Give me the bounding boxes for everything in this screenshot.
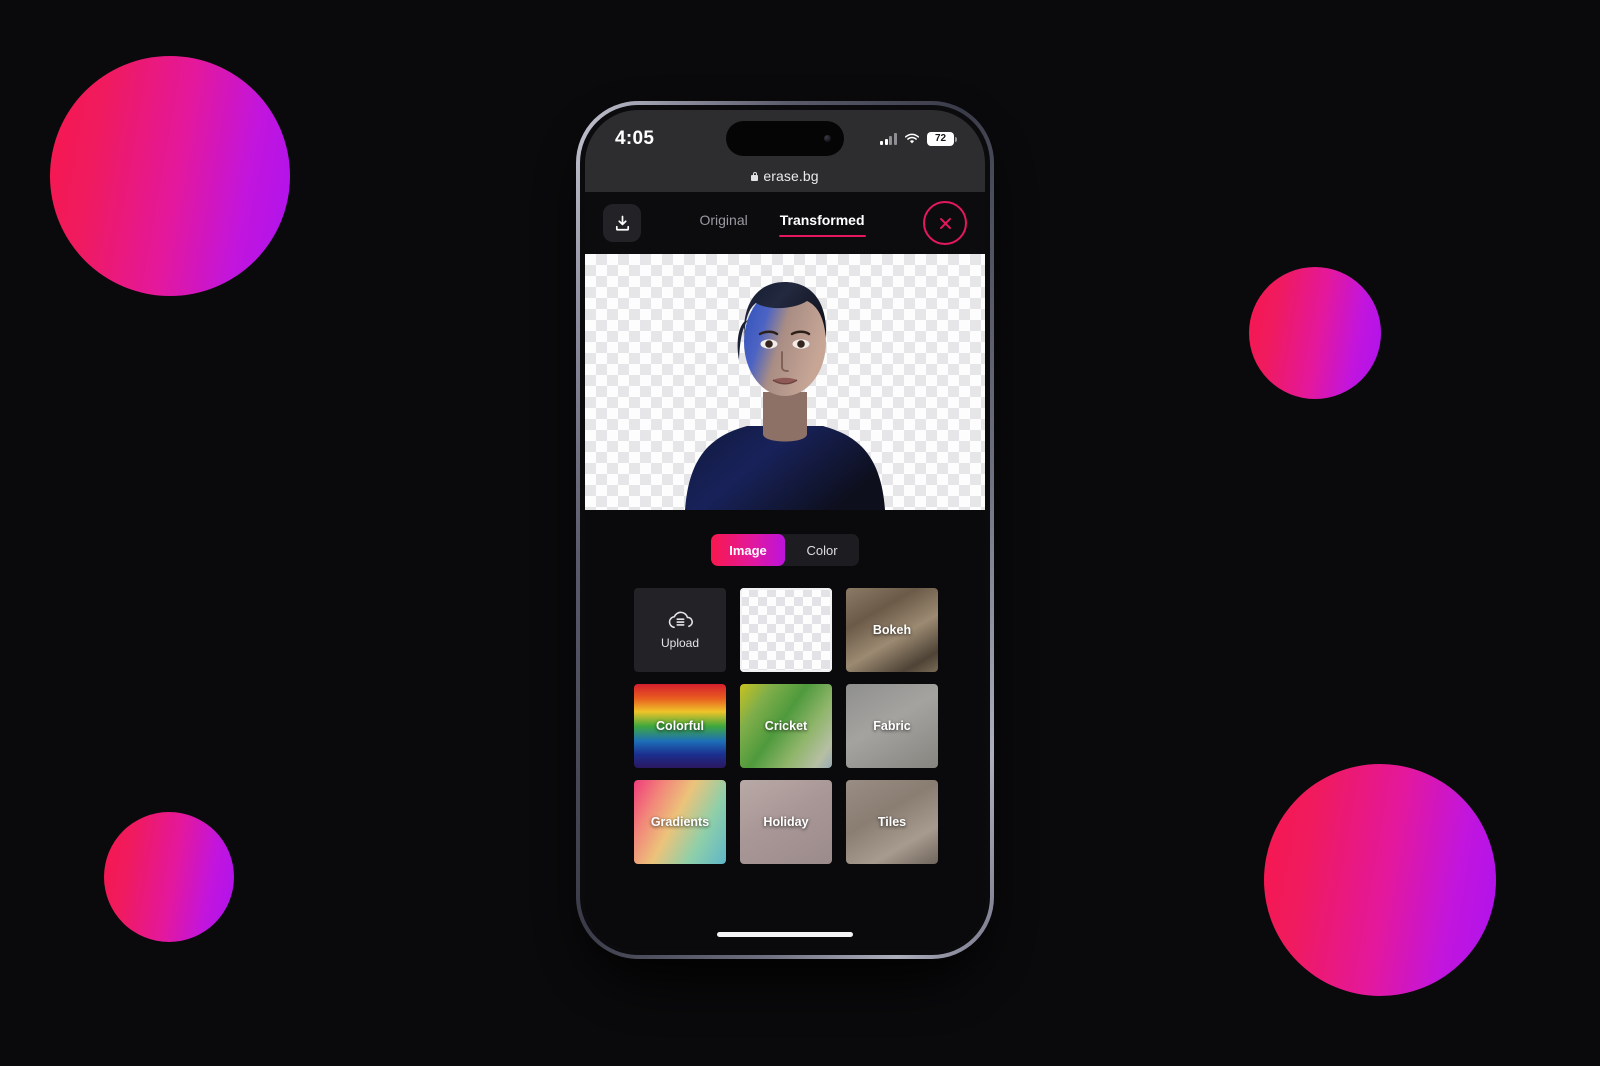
thumbnail-label: Tiles	[877, 815, 907, 829]
cellular-signal-icon	[880, 133, 897, 145]
status-area: 4:05 72 erase.bg	[585, 110, 985, 192]
thumbnail-label: Holiday	[763, 815, 809, 829]
page-root: 4:05 72 erase.bg Original Transformed Im…	[0, 0, 1600, 1066]
background-thumbnail-grid: Upload Bokeh Colorful Cricket Fabric Gra…	[634, 588, 938, 864]
phone-mockup: 4:05 72 erase.bg Original Transformed Im…	[573, 101, 997, 981]
decorative-circle-right	[1249, 267, 1381, 399]
cloud-upload-icon	[668, 611, 693, 629]
download-icon	[615, 215, 629, 231]
close-icon	[939, 217, 951, 229]
thumbnail-fabric[interactable]: Fabric	[846, 684, 938, 768]
battery-level: 72	[934, 133, 947, 144]
decorative-circle-top-left	[50, 56, 290, 296]
status-time: 4:05	[615, 128, 655, 149]
thumbnail-gradients[interactable]: Gradients	[634, 780, 726, 864]
phone-frame: 4:05 72 erase.bg Original Transformed Im…	[576, 101, 994, 959]
thumbnail-label: Bokeh	[872, 623, 912, 637]
home-indicator[interactable]	[717, 932, 853, 937]
thumbnail-transparent[interactable]	[740, 588, 832, 672]
background-type-segmented-control: Image Color	[711, 534, 859, 566]
phone-screen: 4:05 72 erase.bg Original Transformed Im…	[585, 110, 985, 950]
segment-image[interactable]: Image	[711, 534, 785, 566]
decorative-circle-bottom-right	[1264, 764, 1496, 996]
browser-url-bar[interactable]: erase.bg	[585, 160, 985, 192]
thumbnail-bokeh[interactable]: Bokeh	[846, 588, 938, 672]
segment-color[interactable]: Color	[785, 534, 859, 566]
decorative-circle-bottom-left	[104, 812, 234, 942]
app-toolbar: Original Transformed	[585, 192, 985, 254]
thumbnail-label: Gradients	[650, 815, 710, 829]
dynamic-island	[726, 121, 844, 156]
download-button[interactable]	[603, 204, 641, 242]
lock-icon	[751, 171, 759, 181]
status-indicators: 72	[880, 132, 957, 146]
thumbnail-holiday[interactable]: Holiday	[740, 780, 832, 864]
wifi-icon	[904, 133, 920, 144]
thumbnail-colorful[interactable]: Colorful	[634, 684, 726, 768]
tab-transformed[interactable]: Transformed	[778, 209, 866, 238]
battery-icon: 72	[927, 132, 957, 146]
thumbnail-upload[interactable]: Upload	[634, 588, 726, 672]
close-button[interactable]	[923, 201, 967, 245]
thumbnail-label: Fabric	[873, 719, 911, 733]
tab-original[interactable]: Original	[698, 209, 748, 237]
phone-bezel: 4:05 72 erase.bg Original Transformed Im…	[580, 105, 990, 955]
view-tabs: Original Transformed	[653, 209, 911, 238]
thumbnail-cricket[interactable]: Cricket	[740, 684, 832, 768]
background-picker-panel: Image Color Upload Bokeh Colorful Cricke…	[585, 510, 985, 950]
image-preview[interactable]	[585, 254, 985, 510]
front-camera-icon	[824, 135, 831, 142]
thumbnail-label: Cricket	[764, 719, 808, 733]
portrait-image	[685, 282, 885, 510]
thumbnail-label: Colorful	[656, 719, 704, 733]
thumbnail-label: Upload	[660, 636, 700, 650]
url-text: erase.bg	[763, 168, 819, 184]
thumbnail-tiles[interactable]: Tiles	[846, 780, 938, 864]
